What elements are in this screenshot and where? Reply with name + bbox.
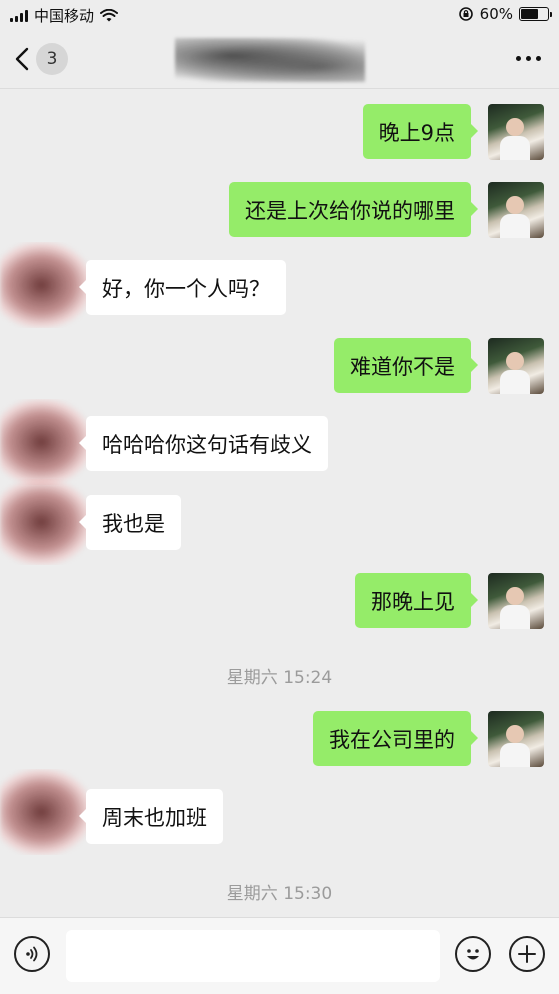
signal-icon: [10, 9, 28, 22]
message-timestamp: 星期六 15:30: [226, 884, 333, 904]
message-text: 周末也加班: [102, 805, 207, 830]
more-dot: [536, 56, 541, 61]
message-bubble-received[interactable]: 周末也加班: [79, 789, 223, 844]
message-text: 那晚上见: [371, 589, 455, 614]
my-avatar[interactable]: [488, 711, 544, 767]
voice-icon: [26, 946, 38, 962]
message-bubble-sent[interactable]: 我在公司里的: [313, 711, 478, 766]
message-bubble-sent[interactable]: 难道你不是: [334, 338, 478, 393]
more-options-button[interactable]: [516, 56, 541, 61]
message-bubble-received[interactable]: 我也是: [79, 495, 181, 550]
message-timestamp: 星期六 15:24: [226, 668, 333, 688]
message-text: 我也是: [102, 511, 165, 536]
back-button[interactable]: 3: [14, 42, 84, 76]
chat-header: 3: [0, 30, 559, 89]
battery-percent: 60%: [479, 5, 513, 23]
message-bubble-sent[interactable]: 还是上次给你说的哪里: [229, 182, 478, 237]
battery-icon: [519, 7, 552, 21]
message-bubble-sent[interactable]: 晚上9点: [362, 104, 479, 159]
message-text: 难道你不是: [350, 354, 455, 379]
my-avatar[interactable]: [488, 338, 544, 394]
more-dot: [516, 56, 521, 61]
unread-count-badge: 3: [36, 43, 68, 75]
message-text: 我在公司里的: [329, 727, 455, 752]
status-bar: 中国移动 60%: [0, 0, 559, 30]
my-avatar[interactable]: [488, 573, 544, 629]
message-text: 晚上9点: [378, 120, 455, 145]
input-bar: [0, 917, 559, 994]
message-text: 哈哈哈你这句话有歧义: [102, 432, 312, 457]
message-text: 好，你一个人吗？: [102, 276, 270, 301]
plus-icon: [518, 945, 536, 963]
wifi-icon: [100, 8, 119, 21]
my-avatar[interactable]: [488, 104, 544, 160]
emoji-button[interactable]: [455, 936, 491, 972]
carrier-name: 中国移动: [34, 7, 95, 25]
my-avatar[interactable]: [488, 182, 544, 238]
plus-button[interactable]: [509, 936, 545, 972]
orientation-lock-icon: [458, 7, 473, 21]
more-dot: [526, 56, 531, 61]
message-bubble-sent[interactable]: 那晚上见: [355, 573, 478, 628]
chat-title-redacted: [175, 38, 365, 82]
message-bubble-received[interactable]: 哈哈哈你这句话有歧义: [79, 416, 328, 471]
message-bubble-received[interactable]: 好，你一个人吗？: [79, 260, 286, 315]
status-right: 60%: [458, 5, 552, 23]
emoji-icon: [467, 949, 479, 960]
chevron-left-icon: [15, 47, 29, 71]
status-left: 中国移动: [10, 5, 119, 26]
message-input[interactable]: [66, 930, 440, 982]
message-text: 还是上次给你说的哪里: [245, 198, 455, 223]
voice-button[interactable]: [14, 936, 50, 972]
chat-messages[interactable]: 晚上9点 还是上次给你说的哪里 好，你一个人吗？ 难道你不是 哈哈哈你这句话有歧…: [0, 89, 559, 917]
